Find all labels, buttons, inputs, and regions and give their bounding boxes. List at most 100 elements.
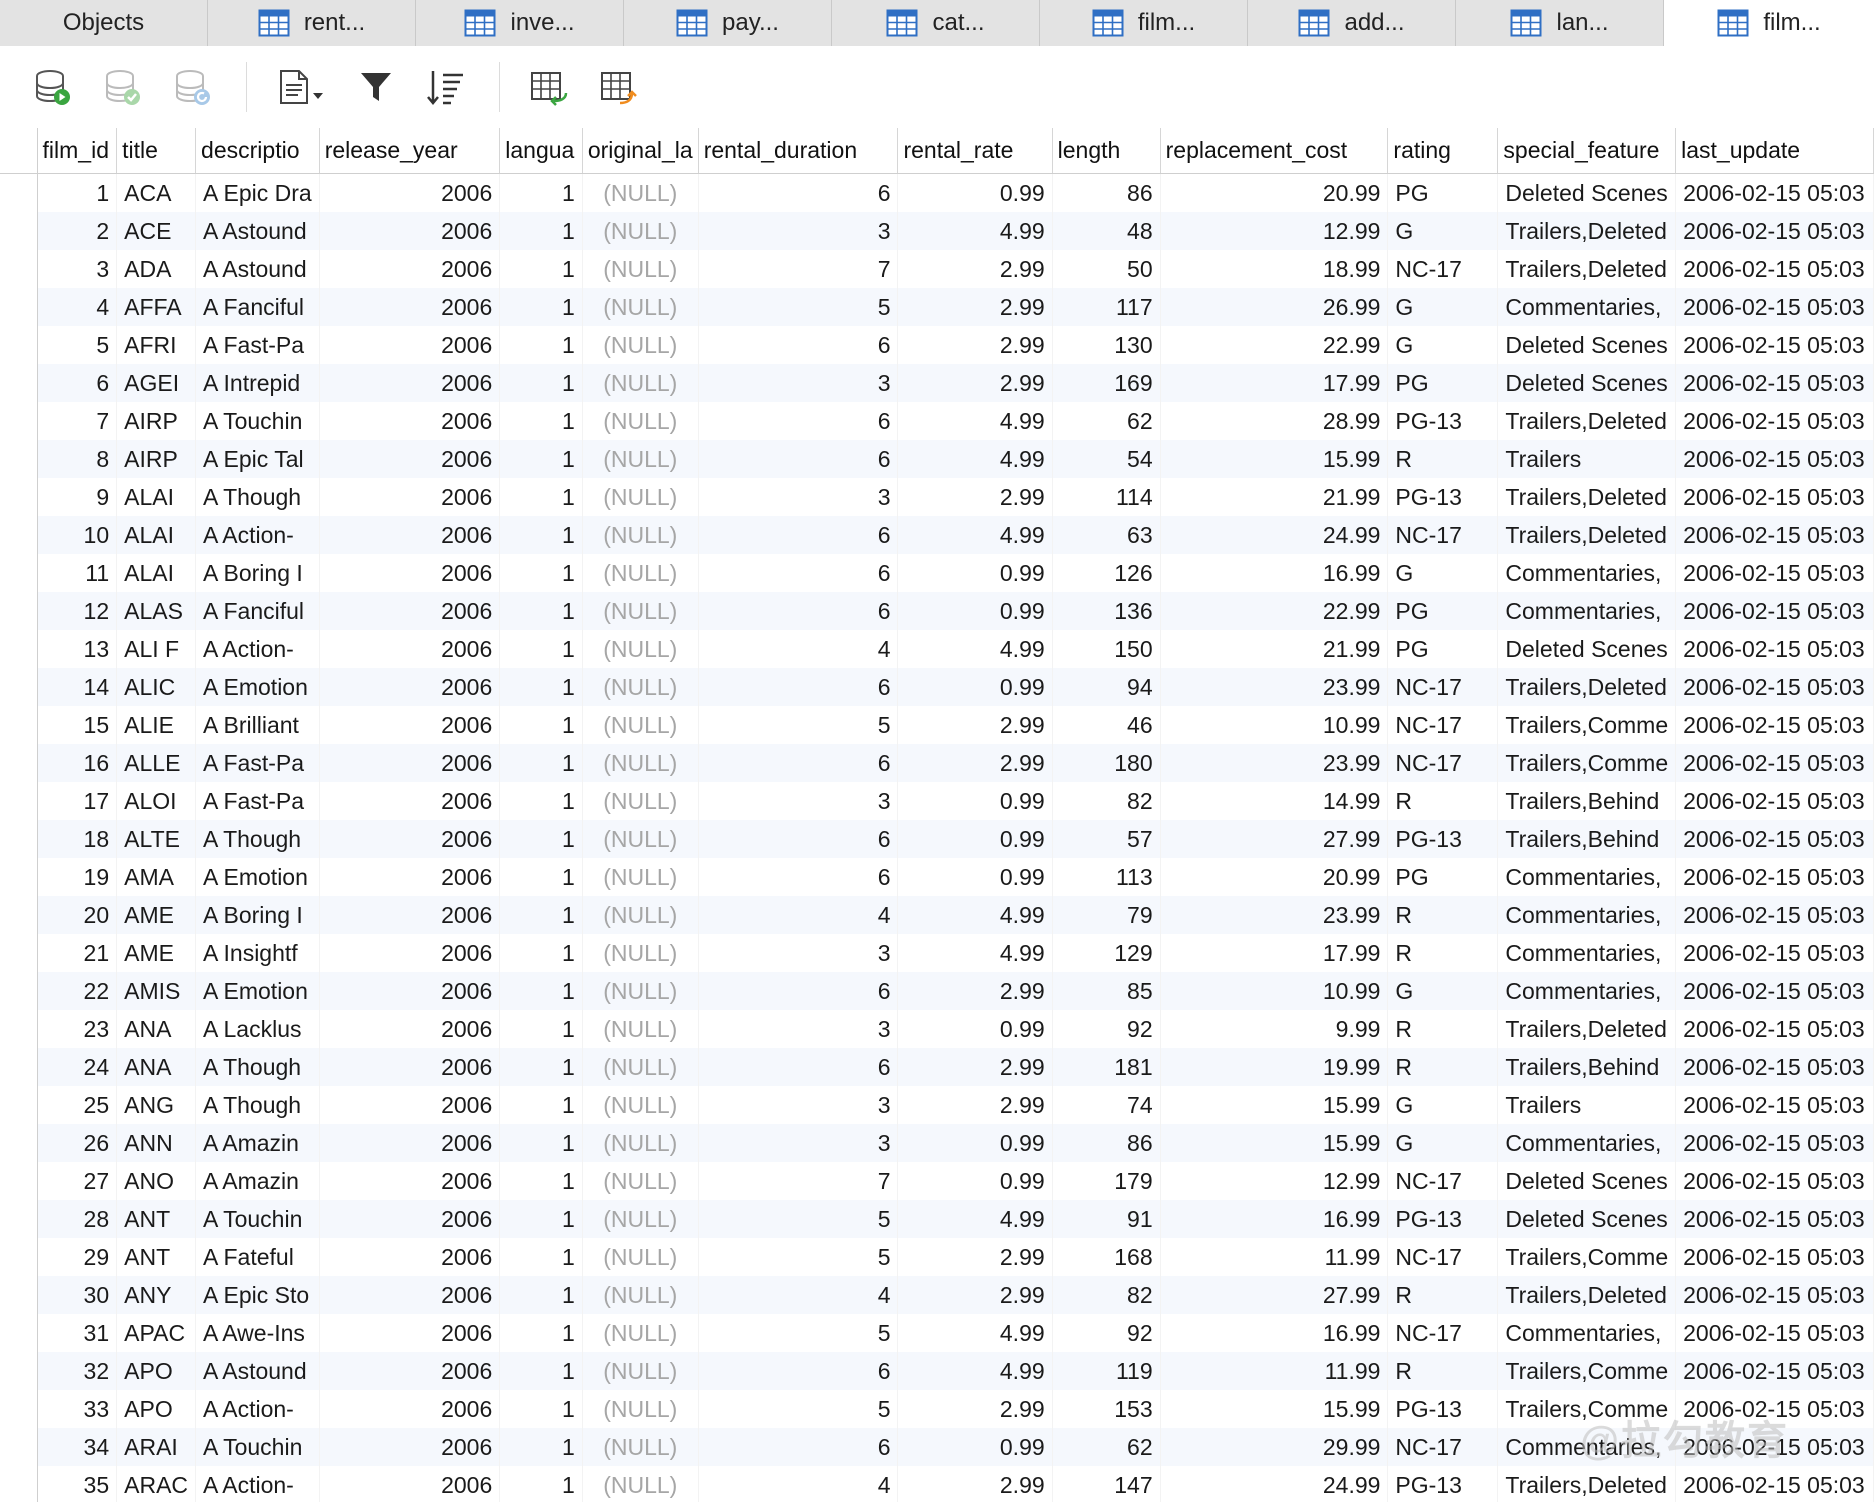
tab-table[interactable]: add...: [1248, 0, 1456, 46]
cell-langua[interactable]: 1: [499, 1466, 583, 1502]
cell-film-id[interactable]: 34: [37, 1428, 118, 1466]
cell-release-year[interactable]: 2006: [319, 858, 501, 896]
row-gutter[interactable]: [0, 706, 38, 744]
cell-replacement-cost[interactable]: 22.99: [1160, 326, 1389, 364]
cell-release-year[interactable]: 2006: [319, 1352, 501, 1390]
cell-rental-rate[interactable]: 2.99: [897, 744, 1053, 782]
cell-rental-rate[interactable]: 0.99: [897, 1162, 1053, 1200]
cell-release-year[interactable]: 2006: [319, 326, 501, 364]
cell-original-la[interactable]: (NULL): [582, 288, 699, 326]
table-row[interactable]: 9 ALAI A Though 2006 1 (NULL) 3 2.99 114 21.99 PG-…: [0, 478, 1874, 516]
cell-rental-duration[interactable]: 6: [698, 668, 899, 706]
cell-rental-duration[interactable]: 3: [698, 364, 899, 402]
cell-length[interactable]: 181: [1052, 1048, 1161, 1086]
cell-rating[interactable]: G: [1387, 212, 1499, 250]
cell-release-year[interactable]: 2006: [319, 288, 501, 326]
cell-film-id[interactable]: 5: [37, 326, 118, 364]
cell-descriptio[interactable]: A Fanciful: [195, 592, 320, 630]
row-gutter[interactable]: [0, 364, 38, 402]
cell-rental-rate[interactable]: 4.99: [897, 402, 1053, 440]
cell-original-la[interactable]: (NULL): [582, 1162, 699, 1200]
cell-replacement-cost[interactable]: 26.99: [1160, 288, 1389, 326]
cell-rating[interactable]: NC-17: [1387, 1238, 1499, 1276]
cell-rental-duration[interactable]: 5: [698, 288, 899, 326]
sort-icon[interactable]: [423, 64, 469, 110]
cell-title[interactable]: ANA: [116, 1010, 197, 1048]
cell-film-id[interactable]: 14: [37, 668, 118, 706]
cell-release-year[interactable]: 2006: [319, 212, 501, 250]
row-gutter[interactable]: [0, 1048, 38, 1086]
table-row[interactable]: 32 APO A Astound 2006 1 (NULL) 6 4.99 119 11.99 R T…: [0, 1352, 1874, 1390]
cell-rental-duration[interactable]: 6: [698, 173, 899, 212]
column-header-original-la[interactable]: original_la: [582, 128, 699, 174]
row-gutter[interactable]: [0, 1200, 38, 1238]
table-row[interactable]: 5 AFRI A Fast-Pa 2006 1 (NULL) 6 2.99 130 22.99 G D…: [0, 326, 1874, 364]
cell-last-update[interactable]: 2006-02-15 05:03: [1675, 1276, 1874, 1314]
import-icon[interactable]: [526, 64, 572, 110]
cell-rating[interactable]: G: [1387, 1086, 1499, 1124]
cell-release-year[interactable]: 2006: [319, 1314, 501, 1352]
cell-length[interactable]: 117: [1052, 288, 1161, 326]
cell-langua[interactable]: 1: [499, 744, 583, 782]
cell-special-feature[interactable]: Trailers,Deleted: [1497, 1276, 1677, 1314]
cell-title[interactable]: AFRI: [116, 326, 197, 364]
cell-special-feature[interactable]: Trailers,Deleted: [1497, 478, 1677, 516]
table-row[interactable]: 15 ALIE A Brilliant 2006 1 (NULL) 5 2.99 46 10.99…: [0, 706, 1874, 744]
cell-title[interactable]: ALAI: [116, 478, 197, 516]
cell-rating[interactable]: G: [1387, 326, 1499, 364]
cell-rental-rate[interactable]: 2.99: [897, 1276, 1053, 1314]
cell-length[interactable]: 180: [1052, 744, 1161, 782]
cell-rental-rate[interactable]: 4.99: [897, 934, 1053, 972]
cell-rating[interactable]: PG-13: [1387, 1200, 1499, 1238]
cell-original-la[interactable]: (NULL): [582, 820, 699, 858]
cell-last-update[interactable]: 2006-02-15 05:03: [1675, 1314, 1874, 1352]
cell-length[interactable]: 168: [1052, 1238, 1161, 1276]
cell-rental-duration[interactable]: 3: [698, 1124, 899, 1162]
column-header-special-feature[interactable]: special_feature: [1497, 128, 1677, 174]
table-row[interactable]: 17 ALOI A Fast-Pa 2006 1 (NULL) 3 0.99 82 14.99 R T…: [0, 782, 1874, 820]
cell-rating[interactable]: G: [1387, 1124, 1499, 1162]
cell-langua[interactable]: 1: [499, 402, 583, 440]
cell-descriptio[interactable]: A Epic Sto: [195, 1276, 320, 1314]
cell-rental-rate[interactable]: 2.99: [897, 706, 1053, 744]
row-gutter[interactable]: [0, 1428, 38, 1466]
cell-rental-duration[interactable]: 6: [698, 402, 899, 440]
cell-release-year[interactable]: 2006: [319, 173, 501, 212]
cell-film-id[interactable]: 32: [37, 1352, 118, 1390]
cell-special-feature[interactable]: Deleted Scenes: [1497, 326, 1677, 364]
cell-original-la[interactable]: (NULL): [582, 478, 699, 516]
cell-release-year[interactable]: 2006: [319, 1466, 501, 1502]
cell-special-feature[interactable]: Trailers,Deleted: [1497, 668, 1677, 706]
cell-film-id[interactable]: 28: [37, 1200, 118, 1238]
cell-replacement-cost[interactable]: 20.99: [1160, 858, 1389, 896]
cell-descriptio[interactable]: A Boring I: [195, 554, 320, 592]
cell-langua[interactable]: 1: [499, 212, 583, 250]
cell-rating[interactable]: R: [1387, 782, 1499, 820]
cell-release-year[interactable]: 2006: [319, 668, 501, 706]
cell-replacement-cost[interactable]: 10.99: [1160, 972, 1389, 1010]
cell-length[interactable]: 62: [1052, 402, 1161, 440]
cell-release-year[interactable]: 2006: [319, 1086, 501, 1124]
cell-rental-duration[interactable]: 6: [698, 858, 899, 896]
cell-title[interactable]: ALAS: [116, 592, 197, 630]
cell-rental-rate[interactable]: 2.99: [897, 972, 1053, 1010]
cell-rental-rate[interactable]: 2.99: [897, 364, 1053, 402]
row-gutter[interactable]: [0, 934, 38, 972]
cell-langua[interactable]: 1: [499, 972, 583, 1010]
tab-table[interactable]: rent...: [208, 0, 416, 46]
cell-last-update[interactable]: 2006-02-15 05:03: [1675, 1162, 1874, 1200]
row-gutter[interactable]: [0, 1086, 38, 1124]
cell-original-la[interactable]: (NULL): [582, 516, 699, 554]
cell-release-year[interactable]: 2006: [319, 1428, 501, 1466]
cell-last-update[interactable]: 2006-02-15 05:03: [1675, 478, 1874, 516]
tab-table[interactable]: film...: [1040, 0, 1248, 46]
cell-original-la[interactable]: (NULL): [582, 173, 699, 212]
cell-rental-rate[interactable]: 4.99: [897, 440, 1053, 478]
row-gutter[interactable]: [0, 1276, 38, 1314]
cell-rental-rate[interactable]: 0.99: [897, 858, 1053, 896]
cell-rental-rate[interactable]: 0.99: [897, 1010, 1053, 1048]
cell-rating[interactable]: PG-13: [1387, 820, 1499, 858]
cell-descriptio[interactable]: A Emotion: [195, 668, 320, 706]
cell-special-feature[interactable]: Trailers,Deleted: [1497, 1466, 1677, 1502]
cell-rating[interactable]: G: [1387, 554, 1499, 592]
